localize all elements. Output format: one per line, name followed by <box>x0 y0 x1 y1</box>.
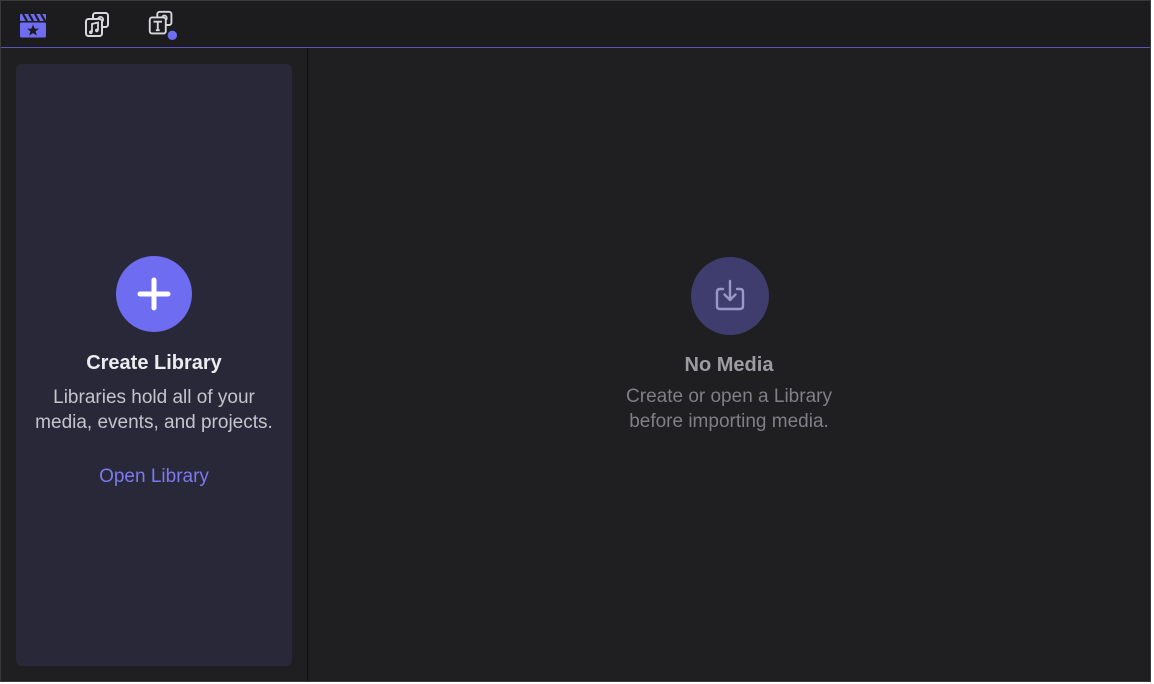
open-library-link[interactable]: Open Library <box>16 466 292 488</box>
card-description-line: Libraries hold all of your <box>53 387 255 408</box>
status-dot <box>167 30 178 41</box>
browser-toolbar <box>1 1 1150 48</box>
create-library-card: Create Library Libraries hold all of you… <box>16 64 292 666</box>
media-browser: No Media Create or open a Library before… <box>308 48 1150 681</box>
create-library-button[interactable] <box>116 256 192 332</box>
libraries-button[interactable] <box>17 9 49 41</box>
photos-music-icon <box>85 12 109 37</box>
app-window: Create Library Libraries hold all of you… <box>0 0 1151 682</box>
card-title: Create Library <box>86 352 222 374</box>
titles-generators-button[interactable] <box>146 9 178 41</box>
titles-generators-icon <box>148 10 178 41</box>
photos-audio-button[interactable] <box>81 9 113 41</box>
plus-icon <box>137 277 171 311</box>
library-sidebar: Create Library Libraries hold all of you… <box>1 48 308 681</box>
empty-state-title: No Media <box>684 354 774 376</box>
empty-state-description: Create or open a Library before importin… <box>308 384 1150 434</box>
content-area: Create Library Libraries hold all of you… <box>1 48 1150 681</box>
card-description-line: media, events, and projects. <box>35 412 273 433</box>
download-tray-icon <box>715 279 745 311</box>
card-description: Libraries hold all of your media, events… <box>16 385 292 435</box>
import-media-icon <box>691 257 769 335</box>
empty-state-line: before importing media. <box>629 411 829 432</box>
clapper-star-icon <box>20 13 46 38</box>
empty-state-line: Create or open a Library <box>626 386 832 407</box>
